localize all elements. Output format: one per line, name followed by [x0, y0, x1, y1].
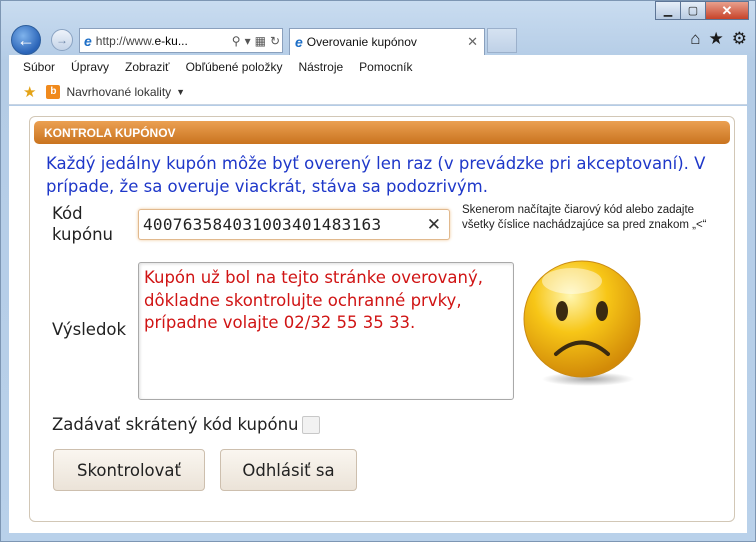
- coupon-check-panel: KONTROLA KUPÓNOV Každý jedálny kupón môž…: [29, 116, 735, 522]
- result-label: Výsledok: [52, 320, 127, 339]
- coupon-code-input[interactable]: 40076358403100340148316З ✕: [138, 209, 450, 240]
- chevron-down-icon[interactable]: ▼: [176, 87, 185, 97]
- refresh-icon[interactable]: ↻: [270, 34, 280, 48]
- suggested-sites-link[interactable]: Navrhované lokality: [66, 85, 171, 99]
- back-arrow-icon: ←: [17, 29, 35, 50]
- clear-input-icon[interactable]: ✕: [427, 215, 441, 235]
- address-prefix: http://www.: [95, 33, 155, 48]
- favorites-bar: ★ b Navrhované lokality ▼: [9, 79, 747, 105]
- navigation-bar: ← → e http://www.e-ku... ⚲ ▾ ▦ ↻ e Overo…: [9, 25, 747, 55]
- scanner-hint: Skenerom načítajte čiarový kód alebo zad…: [462, 204, 707, 231]
- tab-page-icon: e: [295, 34, 303, 50]
- window-controls: ▁ ▢ ✕: [655, 1, 749, 20]
- page-content: KONTROLA KUPÓNOV Každý jedálny kupón môž…: [9, 106, 747, 533]
- close-tab-icon[interactable]: ✕: [467, 34, 478, 50]
- menu-edit[interactable]: Úpravy: [71, 60, 109, 74]
- short-code-label: Zadávať skrátený kód kupónu: [52, 415, 299, 434]
- sad-face-icon: [523, 260, 641, 386]
- result-message: Kupón už bol na tejto stránke overovaný,…: [144, 268, 483, 332]
- forward-button[interactable]: →: [51, 29, 73, 51]
- home-icon[interactable]: ⌂: [690, 29, 700, 49]
- compatibility-icon[interactable]: ▦: [255, 34, 266, 48]
- menu-help[interactable]: Pomocník: [359, 60, 412, 74]
- check-button[interactable]: Skontrolovať: [53, 449, 205, 491]
- close-window-button[interactable]: ✕: [705, 1, 749, 20]
- short-code-checkbox[interactable]: [302, 416, 320, 434]
- ie-page-icon: e: [84, 32, 92, 49]
- address-domain: e-ku...: [154, 33, 188, 48]
- back-button[interactable]: ←: [11, 25, 41, 55]
- code-label: Kód kupónu: [52, 204, 113, 244]
- address-bar[interactable]: e http://www.e-ku... ⚲ ▾ ▦ ↻: [79, 28, 283, 53]
- info-text: Každý jedálny kupón môže byť overený len…: [46, 154, 706, 196]
- maximize-button[interactable]: ▢: [680, 1, 706, 20]
- menu-view[interactable]: Zobraziť: [125, 60, 170, 74]
- browser-window: ▁ ▢ ✕ ← → e http://www.e-ku... ⚲ ▾ ▦ ↻ e…: [0, 0, 756, 542]
- menu-tools[interactable]: Nástroje: [298, 60, 343, 74]
- tab-coupon-check[interactable]: e Overovanie kupónov ✕: [289, 28, 485, 55]
- search-icon[interactable]: ⚲: [232, 34, 241, 48]
- suggested-sites-icon: b: [46, 84, 61, 99]
- menu-favorites[interactable]: Obľúbené položky: [186, 60, 283, 74]
- add-favorites-icon[interactable]: ★: [23, 83, 36, 101]
- tab-title: Overovanie kupónov: [306, 35, 417, 49]
- logout-button[interactable]: Odhlásiť sa: [220, 449, 357, 491]
- menu-bar: Súbor Úpravy Zobraziť Obľúbené položky N…: [9, 55, 747, 79]
- favorites-star-icon[interactable]: ★: [709, 29, 724, 49]
- toolbar-icons: ⌂ ★ ⚙: [690, 29, 747, 49]
- gear-icon[interactable]: ⚙: [732, 29, 747, 49]
- dropdown-icon[interactable]: ▾: [245, 34, 251, 48]
- menu-file[interactable]: Súbor: [23, 60, 55, 74]
- coupon-code-value: 40076358403100340148316З: [143, 215, 382, 234]
- result-textarea[interactable]: Kupón už bol na tejto stránke overovaný,…: [138, 262, 514, 400]
- panel-title: KONTROLA KUPÓNOV: [34, 121, 730, 144]
- minimize-button[interactable]: ▁: [655, 1, 681, 20]
- forward-arrow-icon: →: [56, 33, 68, 47]
- new-tab-button[interactable]: [487, 28, 517, 53]
